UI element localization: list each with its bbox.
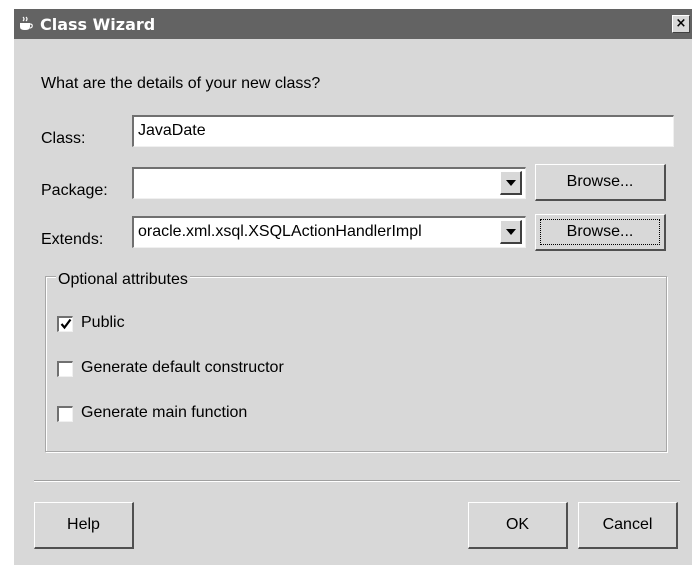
public-label[interactable]: Public (81, 314, 125, 332)
main-function-checkbox[interactable] (57, 406, 73, 422)
default-constructor-label[interactable]: Generate default constructor (81, 359, 284, 377)
extends-browse-label: Browse... (566, 223, 634, 240)
extends-value: oracle.xml.xsql.XSQLActionHandlerImpl (138, 223, 422, 240)
checkmark-icon (60, 318, 72, 330)
class-name-input[interactable]: JavaDate (132, 115, 674, 147)
cancel-button[interactable]: Cancel (578, 502, 678, 549)
help-button[interactable]: Help (34, 502, 134, 549)
class-wizard-dialog: Class Wizard × What are the details of y… (14, 9, 692, 565)
dialog-prompt: What are the details of your new class? (41, 75, 321, 92)
default-constructor-checkbox[interactable] (57, 361, 73, 377)
extends-combobox[interactable]: oracle.xml.xsql.XSQLActionHandlerImpl (132, 216, 526, 248)
class-name-value: JavaDate (138, 122, 206, 139)
close-icon[interactable]: × (672, 15, 690, 33)
package-label: Package: (41, 182, 108, 199)
coffee-cup-icon (20, 16, 33, 30)
title-bar[interactable]: Class Wizard × (14, 9, 692, 39)
extends-browse-button[interactable]: Browse... (535, 214, 666, 251)
class-label: Class: (41, 130, 86, 147)
public-checkbox[interactable] (57, 316, 73, 332)
separator (34, 480, 680, 482)
package-browse-button[interactable]: Browse... (535, 164, 666, 201)
package-combobox[interactable] (132, 167, 526, 199)
extends-label: Extends: (41, 231, 104, 248)
dropdown-arrow-icon[interactable] (500, 171, 522, 195)
ok-button[interactable]: OK (468, 502, 568, 549)
optional-attributes-legend: Optional attributes (56, 271, 190, 289)
main-function-label[interactable]: Generate main function (81, 404, 247, 422)
window-title: Class Wizard (40, 15, 156, 34)
dropdown-arrow-icon[interactable] (500, 220, 522, 244)
